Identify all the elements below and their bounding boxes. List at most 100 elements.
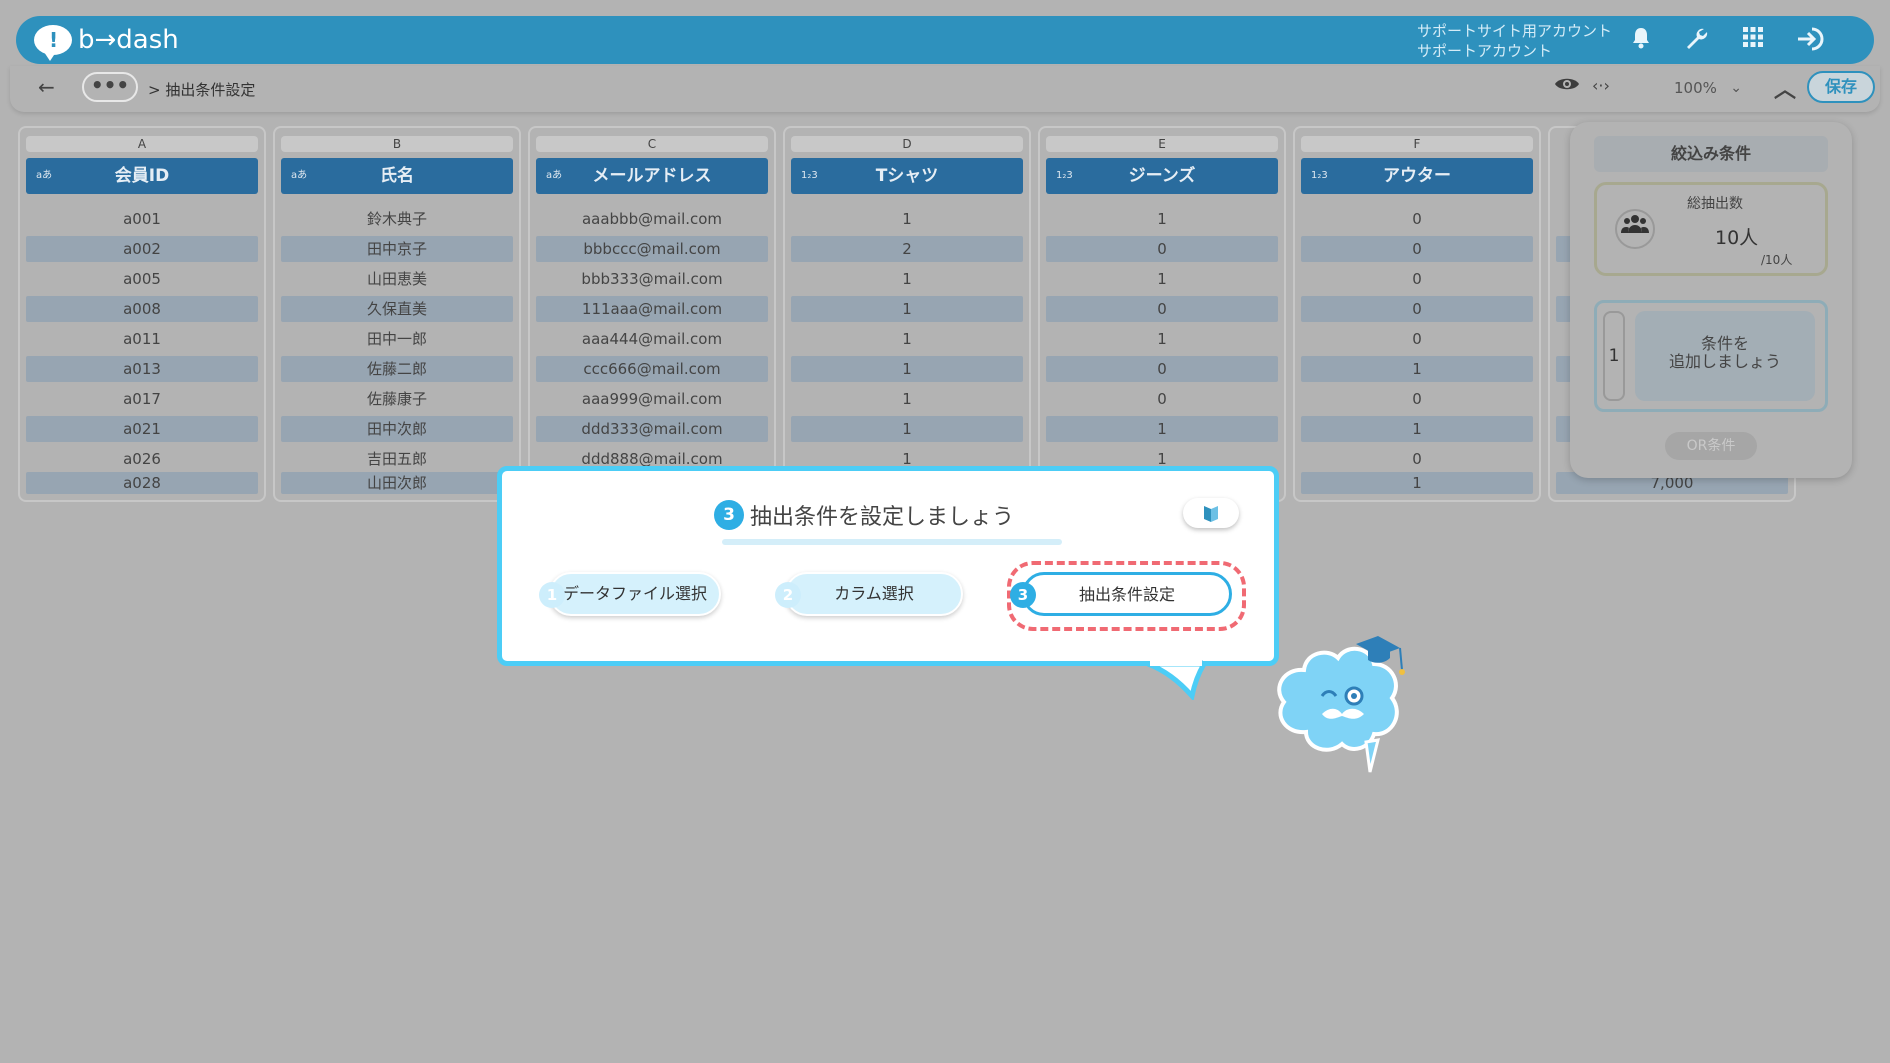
column-header[interactable]: 1₂3 Tシャツ: [791, 158, 1023, 194]
table-cell[interactable]: 0: [1301, 296, 1533, 322]
column-header[interactable]: aあ 氏名: [281, 158, 513, 194]
table-cell[interactable]: 鈴木典子: [281, 206, 513, 232]
table-cell[interactable]: 1: [1301, 356, 1533, 382]
account-info[interactable]: サポートサイト用アカウント サポートアカウント: [1417, 21, 1612, 61]
table-cell[interactable]: ccc666@mail.com: [536, 356, 768, 382]
mascot-cloud-icon: [1277, 636, 1405, 773]
table-cell[interactable]: aaa999@mail.com: [536, 386, 768, 412]
step-column-select[interactable]: 2 カラム選択: [775, 572, 963, 616]
table-cell[interactable]: 0: [1301, 206, 1533, 232]
table-cell[interactable]: a017: [26, 386, 258, 412]
column-type-icon: aあ: [546, 170, 563, 181]
eye-icon[interactable]: [1554, 74, 1580, 98]
column-letter[interactable]: B: [281, 136, 513, 152]
table-cell[interactable]: 山田次郎: [281, 472, 513, 494]
table-cell[interactable]: 1: [791, 326, 1023, 352]
bell-icon[interactable]: [1626, 26, 1656, 54]
table-cell[interactable]: 山田恵美: [281, 266, 513, 292]
table-cell[interactable]: a008: [26, 296, 258, 322]
column-letter[interactable]: A: [26, 136, 258, 152]
column-name: 会員ID: [114, 166, 170, 186]
dialog-title: 3 抽出条件を設定しましょう: [714, 499, 1014, 531]
table-cell[interactable]: 1: [791, 296, 1023, 322]
table-cell[interactable]: 久保直美: [281, 296, 513, 322]
breadcrumb: > 抽出条件設定: [148, 81, 256, 99]
chevron-up-icon[interactable]: ︿: [1774, 72, 1796, 104]
table-cell[interactable]: 1: [791, 206, 1023, 232]
column-c: Caあ メールアドレス aaabbb@mail.com bbbccc@mail.com…: [528, 126, 776, 502]
step-extract-condition[interactable]: 3 抽出条件設定: [1010, 572, 1232, 616]
column-type-icon: aあ: [36, 170, 53, 181]
count-label: 総抽出数: [1687, 196, 1743, 212]
table-cell[interactable]: aaa444@mail.com: [536, 326, 768, 352]
beginner-mark-button[interactable]: [1183, 498, 1239, 528]
table-cell[interactable]: 1: [791, 356, 1023, 382]
column-letter[interactable]: F: [1301, 136, 1533, 152]
table-cell[interactable]: 0: [1301, 236, 1533, 262]
table-cell[interactable]: 田中京子: [281, 236, 513, 262]
table-cell[interactable]: a005: [26, 266, 258, 292]
table-cell[interactable]: 0: [1301, 446, 1533, 472]
table-cell[interactable]: 1: [1046, 416, 1278, 442]
bdash-logo[interactable]: ! b→dash: [34, 22, 179, 61]
table-cell[interactable]: 1: [1046, 206, 1278, 232]
table-cell[interactable]: aaabbb@mail.com: [536, 206, 768, 232]
add-condition-line2: 追加しましょう: [1668, 352, 1781, 371]
table-cell[interactable]: 2: [791, 236, 1023, 262]
column-header[interactable]: aあ メールアドレス: [536, 158, 768, 194]
table-cell[interactable]: a011: [26, 326, 258, 352]
table-cell[interactable]: a026: [26, 446, 258, 472]
table-cell[interactable]: 1: [1301, 416, 1533, 442]
table-cell[interactable]: a002: [26, 236, 258, 262]
table-cell[interactable]: 0: [1301, 386, 1533, 412]
table-cell[interactable]: ddd333@mail.com: [536, 416, 768, 442]
table-cell[interactable]: a021: [26, 416, 258, 442]
column-header[interactable]: 1₂3 アウター: [1301, 158, 1533, 194]
step-data-file[interactable]: 1 データファイル選択: [539, 572, 721, 616]
more-button[interactable]: •••: [82, 72, 138, 102]
table-cell[interactable]: 111aaa@mail.com: [536, 296, 768, 322]
column-letter[interactable]: C: [536, 136, 768, 152]
column-letter[interactable]: E: [1046, 136, 1278, 152]
table-cell[interactable]: 佐藤康子: [281, 386, 513, 412]
add-condition-button[interactable]: 条件を 追加しましょう: [1635, 311, 1815, 401]
column-b: Baあ 氏名鈴木典子田中京子山田恵美久保直美田中一郎佐藤二郎佐藤康子田中次郎吉田五…: [273, 126, 521, 502]
table-cell[interactable]: a001: [26, 206, 258, 232]
table-cell[interactable]: 佐藤二郎: [281, 356, 513, 382]
dialog-tail: [1147, 660, 1207, 700]
column-header[interactable]: aあ 会員ID: [26, 158, 258, 194]
table-cell[interactable]: 0: [1301, 266, 1533, 292]
table-cell[interactable]: 田中一郎: [281, 326, 513, 352]
table-cell[interactable]: 田中次郎: [281, 416, 513, 442]
total-count-box: 総抽出数 10人 /10人: [1594, 182, 1828, 276]
column-letter[interactable]: D: [791, 136, 1023, 152]
step-3-number: 3: [1010, 582, 1036, 608]
save-button[interactable]: 保存: [1807, 71, 1875, 103]
logout-icon[interactable]: [1796, 26, 1826, 54]
table-cell[interactable]: 0: [1046, 356, 1278, 382]
or-condition-button[interactable]: OR条件: [1665, 432, 1757, 460]
account-line1: サポートサイト用アカウント: [1416, 22, 1612, 40]
table-cell[interactable]: bbb333@mail.com: [536, 266, 768, 292]
table-cell[interactable]: bbbccc@mail.com: [536, 236, 768, 262]
table-cell[interactable]: 1: [1046, 326, 1278, 352]
table-cell[interactable]: 1: [791, 266, 1023, 292]
table-cell[interactable]: 0: [1046, 236, 1278, 262]
zoom-select[interactable]: 100% ⌄: [1634, 72, 1754, 104]
table-cell[interactable]: 1: [791, 416, 1023, 442]
code-toggle-icon[interactable]: ‹·›: [1592, 76, 1610, 95]
table-cell[interactable]: a013: [26, 356, 258, 382]
back-arrow-icon[interactable]: ←: [38, 75, 55, 99]
table-cell[interactable]: 1: [1301, 472, 1533, 494]
table-cell[interactable]: a028: [26, 472, 258, 494]
table-cell[interactable]: 0: [1046, 296, 1278, 322]
wrench-icon[interactable]: [1682, 26, 1712, 54]
table-cell[interactable]: 0: [1301, 326, 1533, 352]
table-cell[interactable]: 0: [1046, 386, 1278, 412]
app-header: ! b→dash サポートサイト用アカウント サポートアカウント: [16, 16, 1874, 64]
column-header[interactable]: 1₂3 ジーンズ: [1046, 158, 1278, 194]
apps-grid-icon[interactable]: [1738, 26, 1768, 54]
table-cell[interactable]: 1: [1046, 266, 1278, 292]
table-cell[interactable]: 1: [791, 386, 1023, 412]
table-cell[interactable]: 吉田五郎: [281, 446, 513, 472]
